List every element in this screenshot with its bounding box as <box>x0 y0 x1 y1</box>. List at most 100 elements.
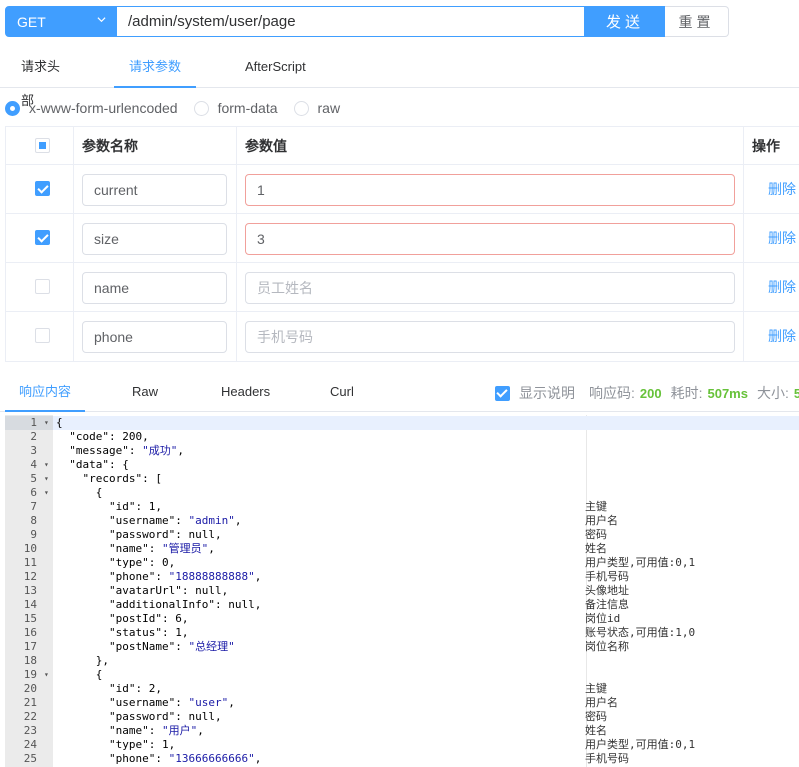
param-name-input[interactable]: current <box>82 174 227 206</box>
header-param-name: 参数名称 <box>82 138 138 154</box>
response-info: 显示说明 响应码: 200 耗时: 507ms 大小: 53 <box>495 383 799 403</box>
delete-link[interactable]: 删除 <box>768 263 796 312</box>
line-number: 3 <box>30 444 37 457</box>
fold-arrow-icon[interactable]: ▾ <box>44 668 52 682</box>
code-text: "records": [ <box>82 472 162 485</box>
code-text: "password": null, <box>108 528 222 541</box>
field-description: 密码 <box>585 528 607 541</box>
line-number: 13 <box>23 584 37 597</box>
code-text: "name": "管理员", <box>108 542 215 555</box>
code-line: 19 ▾ { <box>5 668 799 682</box>
field-description: 岗位名称 <box>585 640 629 653</box>
tab-afterscript[interactable]: AfterScript <box>245 50 315 88</box>
show-desc-checkbox[interactable] <box>495 385 510 401</box>
field-description: 主键 <box>585 682 607 695</box>
code-line: 16 "status": 1, 账号状态,可用值:1,0 <box>5 626 799 640</box>
line-number: 9 <box>30 528 37 541</box>
fold-arrow-icon[interactable]: ▾ <box>44 472 52 486</box>
table-row: phone 手机号码 删除 <box>6 312 799 361</box>
status-code-value: 200 <box>639 385 662 401</box>
request-bar: GET /admin/system/user/page 发送 重置 <box>5 6 729 37</box>
code-line: 25 "phone": "13666666666", 手机号码 <box>5 752 799 766</box>
row-checkbox[interactable] <box>35 279 50 294</box>
tab-params[interactable]: 请求参数 <box>114 50 196 88</box>
time-value: 507ms <box>707 385 748 401</box>
param-value-input[interactable]: 1 <box>245 174 735 206</box>
code-text: { <box>56 416 63 429</box>
code-line: 12 "phone": "18888888888", 手机号码 <box>5 570 799 584</box>
header-param-value: 参数值 <box>245 138 287 154</box>
line-number: 2 <box>30 430 37 443</box>
row-checkbox[interactable] <box>35 181 50 196</box>
line-number: 20 <box>23 682 37 695</box>
code-text: "type": 0, <box>108 556 176 569</box>
param-value-input[interactable]: 手机号码 <box>245 321 735 353</box>
method-select[interactable]: GET <box>5 6 117 37</box>
param-name-input[interactable]: phone <box>82 321 227 353</box>
code-line: 11 "type": 0, 用户类型,可用值:0,1 <box>5 556 799 570</box>
response-code-editor[interactable]: 1 ▾{2 "code": 200, 3 "message": "成功", 4 ▾ "d… <box>5 415 799 767</box>
line-number: 24 <box>23 738 37 751</box>
code-text: "phone": "18888888888", <box>108 570 262 583</box>
code-line: 5 ▾ "records": [ <box>5 472 799 486</box>
field-description: 账号状态,可用值:1,0 <box>585 626 696 639</box>
code-line: 23 "name": "用户", 姓名 <box>5 724 799 738</box>
fold-arrow-icon[interactable]: ▾ <box>44 416 52 430</box>
tab-response-content[interactable]: 响应内容 <box>5 375 85 412</box>
radio-form-data[interactable]: form-data <box>193 100 278 116</box>
tab-curl[interactable]: Curl <box>330 375 354 412</box>
code-line: 1 ▾{ <box>5 416 799 430</box>
field-description: 用户类型,可用值:0,1 <box>585 556 696 569</box>
code-line: 21 "username": "user", 用户名 <box>5 696 799 710</box>
size-value: 53 <box>793 385 799 401</box>
method-value: GET <box>17 13 46 30</box>
radio-checked-icon <box>5 100 20 116</box>
field-description: 手机号码 <box>585 570 629 583</box>
code-text: "id": 2, <box>108 682 162 695</box>
tab-raw[interactable]: Raw <box>132 375 158 412</box>
url-input[interactable]: /admin/system/user/page <box>117 6 585 37</box>
code-text: "username": "user", <box>108 696 235 709</box>
code-text: "avatarUrl": null, <box>108 584 229 597</box>
line-number: 10 <box>23 542 37 555</box>
tab-headers[interactable]: 请求头部 <box>21 50 71 108</box>
delete-link[interactable]: 删除 <box>768 312 796 361</box>
line-number: 7 <box>30 500 37 513</box>
code-line: 3 "message": "成功", <box>5 444 799 458</box>
line-number: 18 <box>23 654 37 667</box>
fold-arrow-icon[interactable]: ▾ <box>44 486 52 500</box>
row-checkbox[interactable] <box>35 230 50 245</box>
tab-headers-response[interactable]: Headers <box>221 375 270 412</box>
code-line: 2 "code": 200, <box>5 430 799 444</box>
code-line: 10 "name": "管理员", 姓名 <box>5 542 799 556</box>
code-text: "message": "成功", <box>69 444 184 457</box>
line-number: 12 <box>23 570 37 583</box>
field-description: 姓名 <box>585 724 607 737</box>
code-text: "status": 1, <box>108 626 189 639</box>
param-name-input[interactable]: name <box>82 272 227 304</box>
code-line: 7 "id": 1, 主键 <box>5 500 799 514</box>
row-checkbox[interactable] <box>35 328 50 343</box>
field-description: 用户类型,可用值:0,1 <box>585 738 696 751</box>
field-description: 备注信息 <box>585 598 629 611</box>
code-line: 18 }, <box>5 654 799 668</box>
code-line: 22 "password": null, 密码 <box>5 710 799 724</box>
param-value-input[interactable]: 3 <box>245 223 735 255</box>
code-text: "additionalInfo": null, <box>108 598 262 611</box>
param-name-input[interactable]: size <box>82 223 227 255</box>
code-text: { <box>56 486 103 499</box>
reset-button[interactable]: 重置 <box>665 6 729 37</box>
status-code-label: 响应码: <box>589 385 635 401</box>
code-line: 15 "postId": 6, 岗位id <box>5 612 799 626</box>
radio-raw[interactable]: raw <box>293 100 340 116</box>
select-all-checkbox[interactable] <box>35 138 50 153</box>
chevron-down-icon <box>97 17 106 23</box>
line-number: 21 <box>23 696 37 709</box>
send-button[interactable]: 发送 <box>585 6 665 37</box>
radio-urlencoded[interactable]: x-www-form-urlencoded <box>5 100 178 116</box>
param-value-input[interactable]: 员工姓名 <box>245 272 735 304</box>
delete-link[interactable]: 删除 <box>768 165 796 214</box>
fold-arrow-icon[interactable]: ▾ <box>44 458 52 472</box>
delete-link[interactable]: 删除 <box>768 214 796 263</box>
field-description: 用户名 <box>585 696 618 709</box>
